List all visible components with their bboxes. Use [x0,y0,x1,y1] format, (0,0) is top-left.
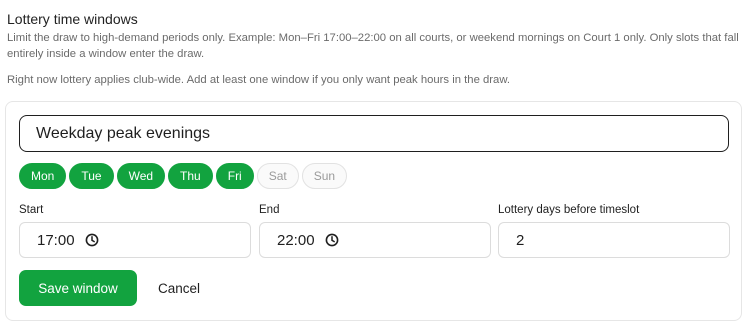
section-note: Right now lottery applies club-wide. Add… [7,74,510,86]
day-chip-tue[interactable]: Tue [69,163,114,189]
day-chip-wed[interactable]: Wed [116,163,166,189]
clock-icon[interactable] [325,233,339,247]
cancel-button[interactable]: Cancel [147,270,211,306]
window-name-input[interactable] [19,115,729,152]
day-chip-sat[interactable]: Sat [256,163,299,189]
lottery-days-value: 2 [516,231,525,249]
day-chip-sun[interactable]: Sun [301,163,348,189]
clock-icon[interactable] [85,233,99,247]
section-description: Limit the draw to high-demand periods on… [7,32,739,60]
day-selector: Mon Tue Wed Thu Fri Sat Sun [19,163,348,189]
lottery-days-label: Lottery days before timeslot [498,204,640,216]
day-chip-thu[interactable]: Thu [168,163,213,189]
day-chip-fri[interactable]: Fri [215,163,254,189]
end-time-input[interactable]: 22:00 [259,222,491,258]
time-window-form: MonTueWedThuFriSatSun Start 17:00 End 22… [5,101,742,321]
end-time-value: 22:00 [277,231,315,249]
day-chip-mon[interactable]: Mon [19,163,67,189]
section-title: Lottery time windows [7,11,138,27]
start-label: Start [19,204,44,216]
lottery-days-input[interactable]: 2 [498,222,730,258]
start-time-input[interactable]: 17:00 [19,222,251,258]
end-label: End [259,204,280,216]
start-time-value: 17:00 [37,231,75,249]
save-window-button[interactable]: Save window [19,270,137,306]
